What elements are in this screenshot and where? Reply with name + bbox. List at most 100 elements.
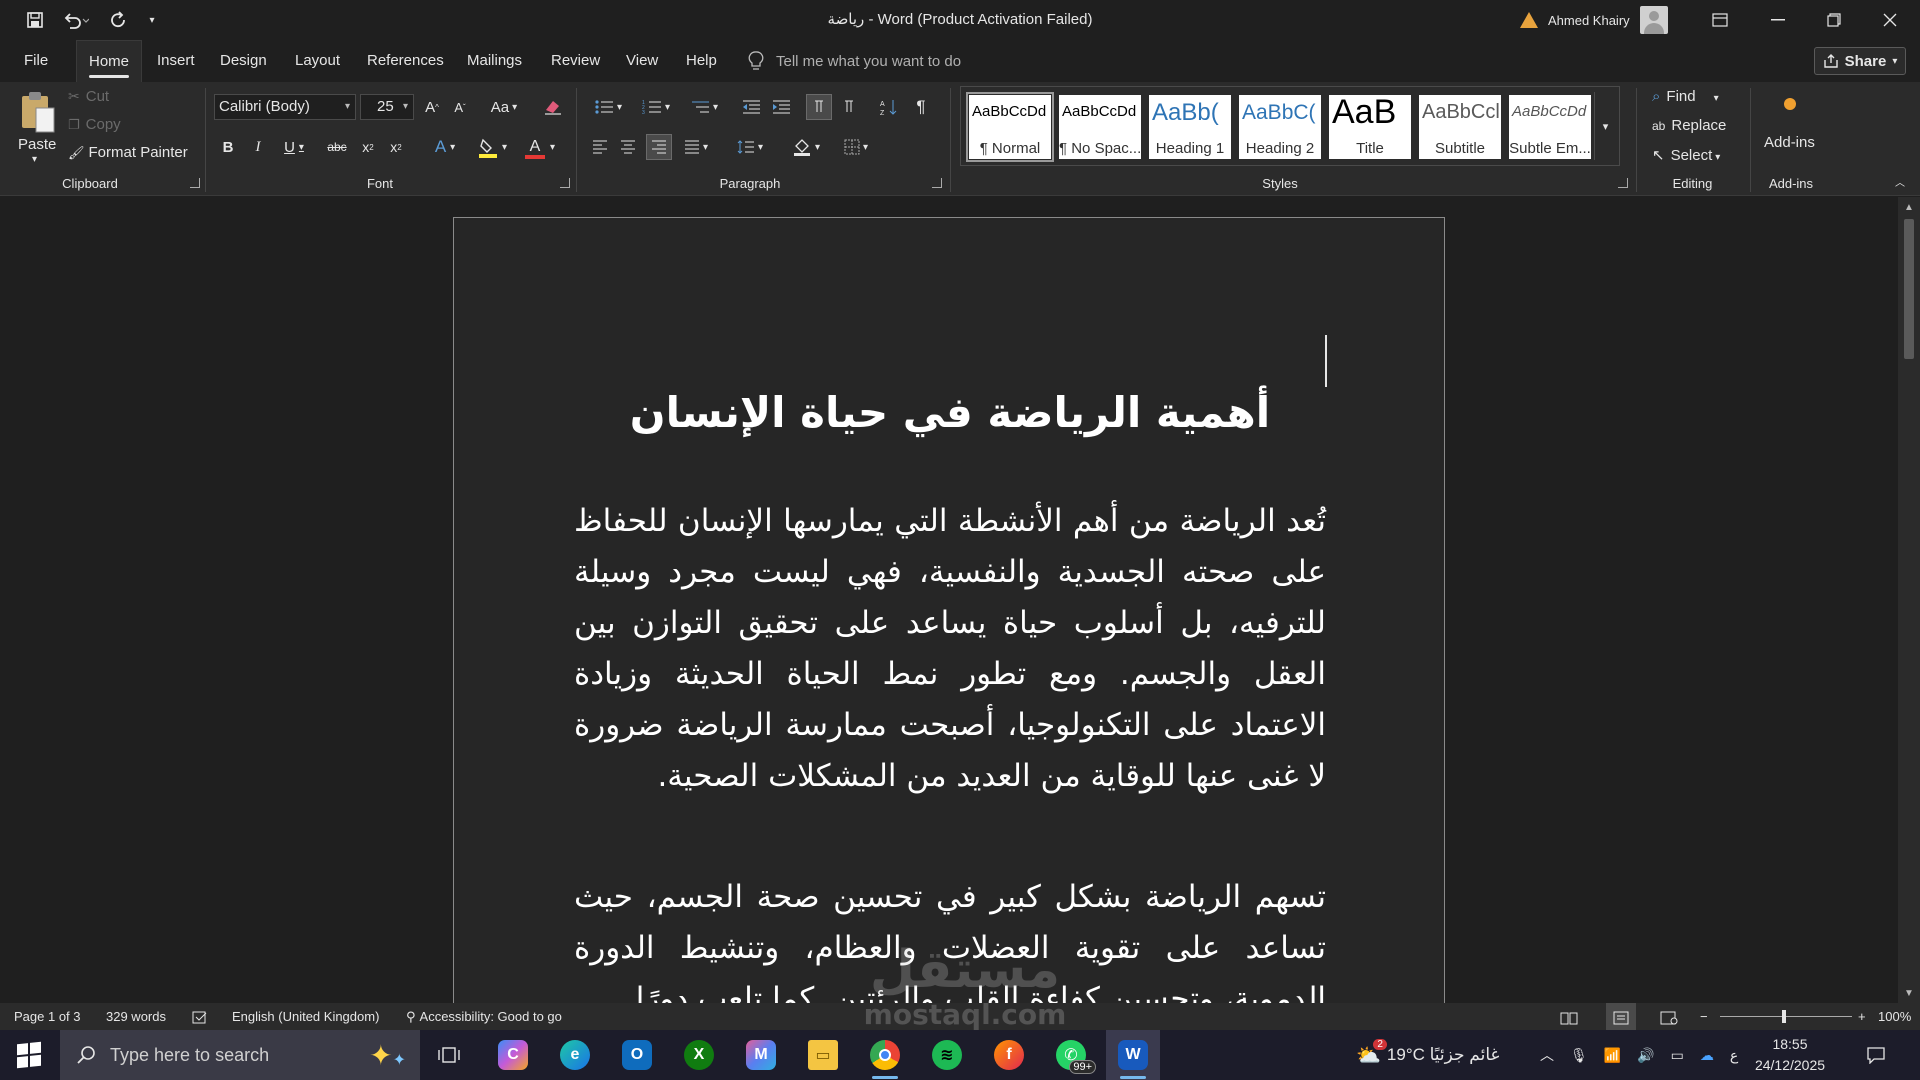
clipboard-launcher-icon[interactable] [190, 178, 200, 188]
battery-icon[interactable]: ▭ [1671, 1047, 1684, 1064]
close-icon[interactable] [1862, 0, 1918, 40]
language-indicator[interactable]: English (United Kingdom) [232, 1003, 379, 1030]
document-page[interactable]: أهمية الرياضة في حياة الإنسان تُعد الريا… [453, 217, 1445, 1003]
multilevel-list-icon[interactable]: ▾ [684, 94, 724, 120]
restore-icon[interactable] [1806, 0, 1862, 40]
account-area[interactable]: Ahmed Khairy [1520, 6, 1668, 34]
strikethrough-icon[interactable]: abc [322, 134, 352, 160]
tab-file[interactable]: File [24, 40, 48, 82]
align-left-icon[interactable] [588, 134, 612, 160]
styles-launcher-icon[interactable] [1618, 178, 1628, 188]
tab-view[interactable]: View [626, 40, 658, 82]
tab-mailings[interactable]: Mailings [467, 40, 522, 82]
style-heading-2[interactable]: AaBbC( Heading 2 [1239, 95, 1321, 159]
italic-icon[interactable]: I [246, 134, 270, 160]
word-count[interactable]: 329 words [106, 1003, 166, 1030]
show-formatting-marks-icon[interactable]: ¶ [908, 94, 934, 120]
weather-widget[interactable]: ⛅ 2 19°C غائم جزئيًا [1356, 1030, 1499, 1080]
document-paragraph[interactable]: تُعد الرياضة من أهم الأنشطة التي يمارسها… [574, 496, 1326, 802]
accessibility-status[interactable]: ⚲ Accessibility: Good to go [406, 1003, 562, 1030]
zoom-in-icon[interactable]: + [1858, 1003, 1866, 1030]
scroll-up-icon[interactable]: ▲ [1898, 197, 1920, 217]
style-subtitle[interactable]: AaBbCcl Subtitle [1419, 95, 1501, 159]
font-size-combo[interactable]: 25 ▾ [360, 94, 414, 120]
print-layout-icon[interactable] [1606, 1003, 1636, 1030]
increase-indent-icon[interactable] [768, 94, 794, 120]
firefox-icon[interactable]: f [982, 1030, 1036, 1080]
tab-help[interactable]: Help [686, 40, 717, 82]
shading-icon[interactable]: ▾ [786, 134, 826, 160]
justify-icon[interactable]: ▾ [678, 134, 714, 160]
rtl-direction-icon[interactable] [836, 94, 862, 120]
style-no-spacing[interactable]: AaBbCcDd ¶ No Spac... [1059, 95, 1141, 159]
volume-icon[interactable]: 🔊 [1637, 1047, 1654, 1064]
font-color-button[interactable]: A ▾ [518, 134, 562, 160]
add-ins-button[interactable]: Add-ins [1758, 94, 1824, 164]
onedrive-icon[interactable]: ☁ [1700, 1047, 1714, 1064]
find-button[interactable]: ⌕ Find ▾ [1652, 88, 1719, 105]
ltr-direction-icon[interactable] [806, 94, 832, 120]
zoom-out-icon[interactable]: − [1700, 1003, 1708, 1030]
file-explorer-icon[interactable]: ▭ [796, 1030, 850, 1080]
taskbar-search[interactable]: Type here to search ✦✦ [60, 1030, 420, 1080]
xbox-icon[interactable]: X [672, 1030, 726, 1080]
bullets-icon[interactable]: ▾ [588, 94, 628, 120]
read-mode-icon[interactable] [1560, 1003, 1578, 1030]
line-spacing-icon[interactable]: ▾ [730, 134, 770, 160]
underline-icon[interactable]: U ▾ [276, 134, 312, 160]
page-indicator[interactable]: Page 1 of 3 [14, 1003, 81, 1030]
replace-button[interactable]: ab Replace [1652, 117, 1726, 134]
font-name-combo[interactable]: Calibri (Body) ▾ [214, 94, 356, 120]
tab-references[interactable]: References [367, 40, 444, 82]
tell-me-search[interactable]: Tell me what you want to do [748, 40, 961, 82]
paragraph-launcher-icon[interactable] [932, 178, 942, 188]
style-title[interactable]: AaB Title [1329, 95, 1411, 159]
zoom-slider[interactable] [1720, 1003, 1852, 1030]
sort-icon[interactable]: AZ [876, 94, 902, 120]
grow-font-icon[interactable]: A ^ [420, 94, 444, 120]
outlook-icon[interactable]: O [610, 1030, 664, 1080]
microphone-icon[interactable]: 🎙 [1570, 1047, 1588, 1064]
tab-review[interactable]: Review [551, 40, 600, 82]
zoom-level[interactable]: 100% [1878, 1003, 1911, 1030]
borders-icon[interactable]: ▾ [836, 134, 876, 160]
paste-button[interactable]: Paste ▾ [14, 88, 60, 172]
task-view-icon[interactable] [422, 1030, 476, 1080]
chrome-icon[interactable] [858, 1030, 912, 1080]
style-normal[interactable]: AaBbCcDd ¶ Normal [966, 92, 1054, 162]
word-icon[interactable]: W [1106, 1030, 1160, 1080]
web-layout-icon[interactable] [1660, 1003, 1678, 1030]
format-painter-button[interactable]: 🖌 Format Painter [68, 144, 188, 161]
tab-home[interactable]: Home [76, 40, 143, 82]
bold-icon[interactable]: B [216, 134, 240, 160]
scroll-thumb[interactable] [1904, 219, 1914, 359]
cut-button[interactable]: ✂ Cut [68, 88, 109, 105]
document-paragraph[interactable]: تسهم الرياضة بشكل كبير في تحسين صحة الجس… [574, 872, 1326, 1003]
style-heading-1[interactable]: AaBb( Heading 1 [1149, 95, 1231, 159]
edge-icon[interactable]: e [548, 1030, 602, 1080]
tray-overflow-icon[interactable]: ︿ [1540, 1045, 1554, 1065]
numbering-icon[interactable]: 1 2 3 ▾ [636, 94, 676, 120]
avatar[interactable] [1639, 6, 1668, 34]
start-button[interactable] [0, 1030, 58, 1080]
zoom-slider-thumb[interactable] [1782, 1010, 1786, 1023]
whatsapp-icon[interactable]: ✆ 99+ [1044, 1030, 1098, 1080]
minimize-icon[interactable] [1750, 0, 1806, 40]
collapse-ribbon-icon[interactable]: ︿ [1890, 172, 1910, 190]
text-effects-icon[interactable]: A ▾ [426, 134, 464, 160]
select-button[interactable]: ↖ Select ▾ [1652, 146, 1720, 164]
subscript-icon[interactable]: x2 [356, 134, 380, 160]
ribbon-display-options-icon[interactable] [1692, 0, 1748, 40]
shrink-font-icon[interactable]: Aˇ [448, 94, 472, 120]
styles-more-icon[interactable]: ▾ [1594, 92, 1616, 160]
proofing-icon[interactable] [192, 1003, 208, 1030]
font-launcher-icon[interactable] [560, 178, 570, 188]
vertical-scrollbar[interactable]: ▲ ▼ [1898, 197, 1920, 1003]
microsoft-365-icon[interactable]: M [734, 1030, 788, 1080]
tab-insert[interactable]: Insert [157, 40, 195, 82]
align-right-icon[interactable] [646, 134, 672, 160]
superscript-icon[interactable]: x2 [384, 134, 408, 160]
notifications-icon[interactable] [1866, 1030, 1886, 1080]
decrease-indent-icon[interactable] [738, 94, 764, 120]
copilot-app-icon[interactable]: C [486, 1030, 540, 1080]
